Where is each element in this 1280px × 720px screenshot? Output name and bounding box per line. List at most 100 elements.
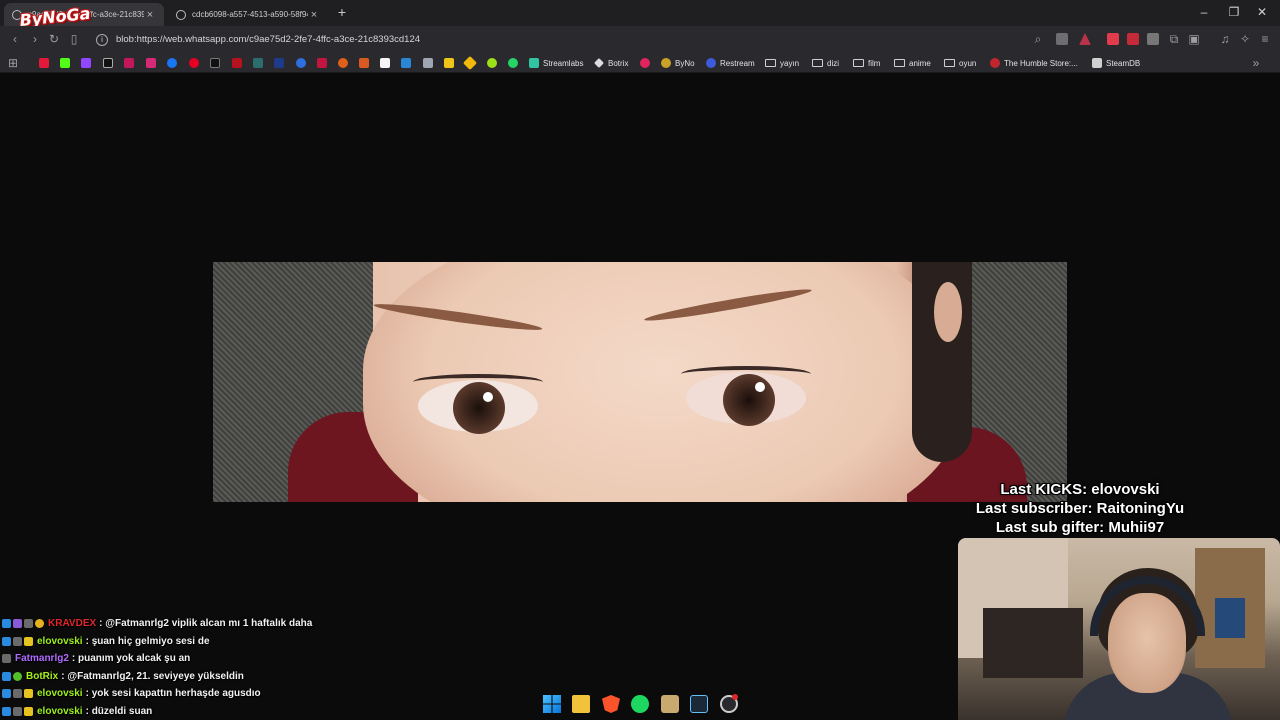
bookmark-streamlabs[interactable]: Streamlabs xyxy=(529,56,583,70)
steamdb-icon xyxy=(1092,58,1102,68)
chat-username: KRAVDEX xyxy=(48,618,97,630)
facebook-bookmark-icon[interactable] xyxy=(167,58,177,68)
bookmark-humble-store[interactable]: The Humble Store:... xyxy=(990,56,1078,70)
search-icon[interactable]: ⌕ xyxy=(1031,32,1045,46)
new-tab-button[interactable]: + xyxy=(334,4,350,20)
bookmark-icon[interactable] xyxy=(423,58,433,68)
bookmark-folder-anime[interactable]: anime xyxy=(894,56,931,70)
tab-inactive[interactable]: cdcb6098-a557-4513-a590-58f94c24 × xyxy=(168,3,328,26)
bookmark-icon[interactable] xyxy=(253,58,263,68)
last-subscriber: Last subscriber: RaitoningYu xyxy=(975,500,1185,517)
apps-grid-icon[interactable]: ⊞ xyxy=(6,56,20,70)
badge-icon xyxy=(2,689,11,699)
menu-icon[interactable]: ≡ xyxy=(1258,32,1272,46)
screen: c9ae75d2-2fe7-4ffc-a3ce-21c8393cd124 × c… xyxy=(0,0,1280,720)
bookmark-folder-yayin[interactable]: yayın xyxy=(765,56,799,70)
bookmark-icon[interactable] xyxy=(296,58,306,68)
badge-icon xyxy=(13,706,22,716)
spotify-icon[interactable] xyxy=(631,695,649,713)
bookmark-icon[interactable] xyxy=(124,58,134,68)
close-tab-icon[interactable]: × xyxy=(308,9,320,21)
badge-icon xyxy=(2,636,11,646)
music-icon[interactable]: ♫ xyxy=(1218,32,1232,46)
bookmark-folder-dizi[interactable]: dizi xyxy=(812,56,839,70)
x-bookmark-icon[interactable] xyxy=(103,58,113,68)
extension-icon[interactable] xyxy=(1127,33,1139,45)
bookmark-restream[interactable]: Restream xyxy=(706,56,755,70)
instagram-bookmark-icon[interactable] xyxy=(146,58,156,68)
badge-icon xyxy=(24,706,33,716)
more-bookmarks-icon[interactable]: » xyxy=(1249,56,1263,70)
chat-message: elovovski : yok sesi kapattın herhaşde a… xyxy=(2,685,522,703)
close-window-icon[interactable]: ✕ xyxy=(1255,5,1269,19)
back-icon[interactable]: ‹ xyxy=(8,32,22,46)
bookmark-item[interactable] xyxy=(640,56,654,70)
chat-username: BotRix xyxy=(26,670,59,682)
bookmark-byno[interactable]: ByNo xyxy=(661,56,695,70)
leo-ai-icon[interactable]: ✧ xyxy=(1238,32,1252,46)
bookmark-icon[interactable] xyxy=(487,58,497,68)
bookmark-label: oyun xyxy=(959,58,977,68)
badge-icon xyxy=(2,619,11,629)
close-tab-icon[interactable]: × xyxy=(144,9,156,21)
restream-icon xyxy=(706,58,716,68)
minimize-icon[interactable]: – xyxy=(1197,5,1211,19)
bookmark-icon[interactable] xyxy=(317,58,327,68)
extension-icon[interactable] xyxy=(1147,33,1159,45)
youtube-bookmark-icon[interactable] xyxy=(39,58,49,68)
whatsapp-bookmark-icon[interactable] xyxy=(508,58,518,68)
restore-icon[interactable]: ❐ xyxy=(1227,5,1241,19)
bookmark-steamdb[interactable]: SteamDB xyxy=(1092,56,1140,70)
reload-icon[interactable]: ↻ xyxy=(47,32,61,46)
bookmark-icon[interactable]: ▯ xyxy=(67,32,81,46)
tiktok-bookmark-icon[interactable] xyxy=(210,58,220,68)
chat-message: elovovski : şuan hiç gelmiyo sesi de xyxy=(2,633,522,651)
bookmark-label: Botrix xyxy=(608,58,629,68)
eyelid xyxy=(681,366,811,382)
chat-text: : şuan hiç gelmiyo sesi de xyxy=(85,635,210,647)
file-explorer-icon[interactable] xyxy=(572,695,590,713)
bookmark-icon[interactable] xyxy=(338,58,348,68)
bookmark-botrix[interactable]: Botrix xyxy=(594,56,628,70)
bookmark-folder-film[interactable]: film xyxy=(853,56,880,70)
steam-icon[interactable] xyxy=(690,695,708,713)
extensions-puzzle-icon[interactable]: ⧉ xyxy=(1167,32,1181,46)
eye-glint xyxy=(755,382,765,392)
eye-glint xyxy=(483,392,493,402)
address-bar[interactable]: i blob:https://web.whatsapp.com/c9ae75d2… xyxy=(90,30,1105,49)
bookmark-icon[interactable] xyxy=(274,58,284,68)
badge-icon xyxy=(13,671,22,681)
byno-icon xyxy=(661,58,671,68)
extension-gmail-icon[interactable] xyxy=(1107,33,1119,45)
shields-icon[interactable] xyxy=(1056,33,1068,45)
bookmark-label: The Humble Store:... xyxy=(1004,58,1078,68)
botrix-icon xyxy=(594,58,604,68)
badge-icon xyxy=(24,689,33,699)
room-furniture xyxy=(983,608,1083,678)
league-of-legends-icon[interactable] xyxy=(661,695,679,713)
brave-browser-icon[interactable] xyxy=(602,695,620,713)
chat-text: : @Fatmanrlg2, 21. seviyeye yükseldin xyxy=(61,670,244,682)
kick-bookmark-icon[interactable] xyxy=(60,58,70,68)
stream-stats-overlay: Last KICKS: elovovski Last subscriber: R… xyxy=(960,480,1200,537)
folder-icon xyxy=(894,59,905,67)
last-kicks: Last KICKS: elovovski xyxy=(1000,481,1160,498)
bookmark-icon[interactable] xyxy=(401,58,411,68)
sidebar-icon[interactable]: ▣ xyxy=(1187,32,1201,46)
bookmark-icon xyxy=(640,58,650,68)
amazon-bookmark-icon[interactable] xyxy=(380,58,390,68)
forward-icon[interactable]: › xyxy=(28,32,42,46)
bookmark-label: Restream xyxy=(720,58,755,68)
chat-username: elovovski xyxy=(37,688,83,700)
chat-text: : düzeldi suan xyxy=(85,705,153,717)
bookmark-icon[interactable] xyxy=(444,58,454,68)
twitch-bookmark-icon[interactable] xyxy=(81,58,91,68)
chat-username: elovovski xyxy=(37,635,83,647)
pinterest-bookmark-icon[interactable] xyxy=(189,58,199,68)
bookmark-icon[interactable] xyxy=(359,58,369,68)
badge-icon xyxy=(2,654,11,664)
site-info-icon[interactable]: i xyxy=(96,33,108,46)
badge-icon xyxy=(2,706,11,716)
bookmark-folder-oyun[interactable]: oyun xyxy=(944,56,976,70)
bookmark-icon[interactable] xyxy=(232,58,242,68)
